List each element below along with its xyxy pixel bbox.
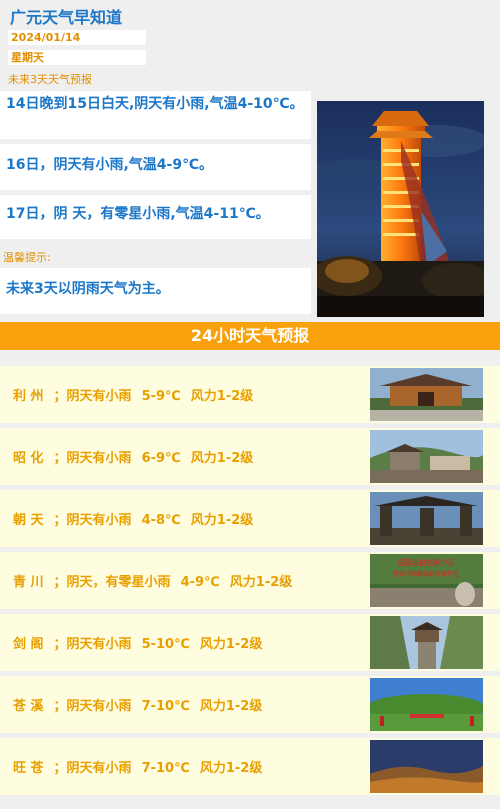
city-row-jiange: 剑 阁；阴天有小雨 5-10℃ 风力1-2级: [0, 614, 500, 671]
city-wind: 风力1-2级: [190, 451, 254, 466]
chaotian-photo: [370, 492, 483, 545]
city-temp: 6-9℃: [141, 451, 181, 466]
forecast-day-1: 14日晚到15日白天,阴天有小雨,气温4-10℃。: [0, 91, 311, 139]
city-row-chaotian: 朝 天；阴天有小雨 4-8℃ 风力1-2级: [0, 490, 500, 547]
city-forecast-text: 利 州；阴天有小雨 5-9℃ 风力1-2级: [13, 389, 254, 404]
city-temp: 4-8℃: [141, 513, 181, 528]
zhaohua-photo: [370, 430, 483, 483]
cangxi-photo: [370, 678, 483, 731]
city-name: 旺 苍: [13, 761, 44, 776]
city-row-lizhou: 利 州；阴天有小雨 5-9℃ 风力1-2级: [0, 366, 500, 423]
city-weather: 阴天有小雨: [66, 513, 132, 528]
city-temp: 5-10℃: [141, 637, 190, 652]
city-name: 青 川: [13, 575, 44, 590]
city-weather: 阴天，有零星小雨: [66, 575, 171, 590]
city-temp: 4-9℃: [180, 575, 220, 590]
city-weather: 阴天有小雨: [66, 451, 132, 466]
wangcang-photo: [370, 740, 483, 793]
city-wind: 风力1-2级: [190, 513, 254, 528]
sign-text-1: 国家级自然保护区: [398, 558, 454, 567]
forecast-day-3: 17日，阴 天，有零星小雨,气温4-11℃。: [0, 195, 311, 239]
forecast-subheading: 未来3天天气预报: [8, 73, 92, 86]
city-wind: 风力1-2级: [199, 637, 263, 652]
city-wind: 风力1-2级: [199, 699, 263, 714]
city-wind: 风力1-2级: [229, 575, 293, 590]
city-temp: 7-10℃: [141, 699, 190, 714]
city-forecast-text: 剑 阁；阴天有小雨 5-10℃ 风力1-2级: [13, 637, 263, 652]
city-name: 朝 天: [13, 513, 44, 528]
city-row-qingchuan: 青 川；阴天，有零星小雨 4-9℃ 风力1-2级 国家级自然保护区 唐家河国家级自然…: [0, 552, 500, 609]
jiange-photo: [370, 616, 483, 669]
lizhou-photo: [370, 368, 483, 421]
city-forecast-text: 青 川；阴天，有零星小雨 4-9℃ 风力1-2级: [13, 575, 293, 590]
city-name: 利 州: [13, 389, 44, 404]
city-forecast-text: 昭 化；阴天有小雨 6-9℃ 风力1-2级: [13, 451, 254, 466]
city-temp: 7-10℃: [141, 761, 190, 776]
city-wind: 风力1-2级: [190, 389, 254, 404]
city-row-wangcang: 旺 苍；阴天有小雨 7-10℃ 风力1-2级: [0, 738, 500, 795]
city-wind: 风力1-2级: [199, 761, 263, 776]
city-forecast-text: 朝 天；阴天有小雨 4-8℃ 风力1-2级: [13, 513, 254, 528]
page-title: 广元天气早知道: [10, 8, 123, 27]
tower-photo: [317, 101, 484, 317]
forecast-day-2: 16日，阴天有小雨,气温4-9℃。: [0, 144, 311, 190]
city-forecast-text: 苍 溪；阴天有小雨 7-10℃ 风力1-2级: [13, 699, 263, 714]
city-temp: 5-9℃: [141, 389, 181, 404]
qingchuan-photo: 国家级自然保护区 唐家河国家级自然保护区: [370, 554, 483, 607]
city-name: 昭 化: [13, 451, 44, 466]
tip-label: 温馨提示:: [3, 251, 51, 264]
city-name: 苍 溪: [13, 699, 44, 714]
city-weather: 阴天有小雨: [66, 637, 132, 652]
city-weather: 阴天有小雨: [66, 389, 132, 404]
city-weather: 阴天有小雨: [66, 699, 132, 714]
city-weather: 阴天有小雨: [66, 761, 132, 776]
sign-text-2: 唐家河国家级自然保护区: [393, 570, 459, 578]
city-row-zhaohua: 昭 化；阴天有小雨 6-9℃ 风力1-2级: [0, 428, 500, 485]
hourly-forecast-banner: 24小时天气预报: [0, 322, 500, 350]
city-forecast-text: 旺 苍；阴天有小雨 7-10℃ 风力1-2级: [13, 761, 263, 776]
weekday-label: 星期天: [8, 50, 146, 65]
date-label: 2024/01/14: [8, 30, 146, 45]
city-row-cangxi: 苍 溪；阴天有小雨 7-10℃ 风力1-2级: [0, 676, 500, 733]
tip-text: 未来3天以阴雨天气为主。: [0, 268, 311, 314]
city-name: 剑 阁: [13, 637, 44, 652]
